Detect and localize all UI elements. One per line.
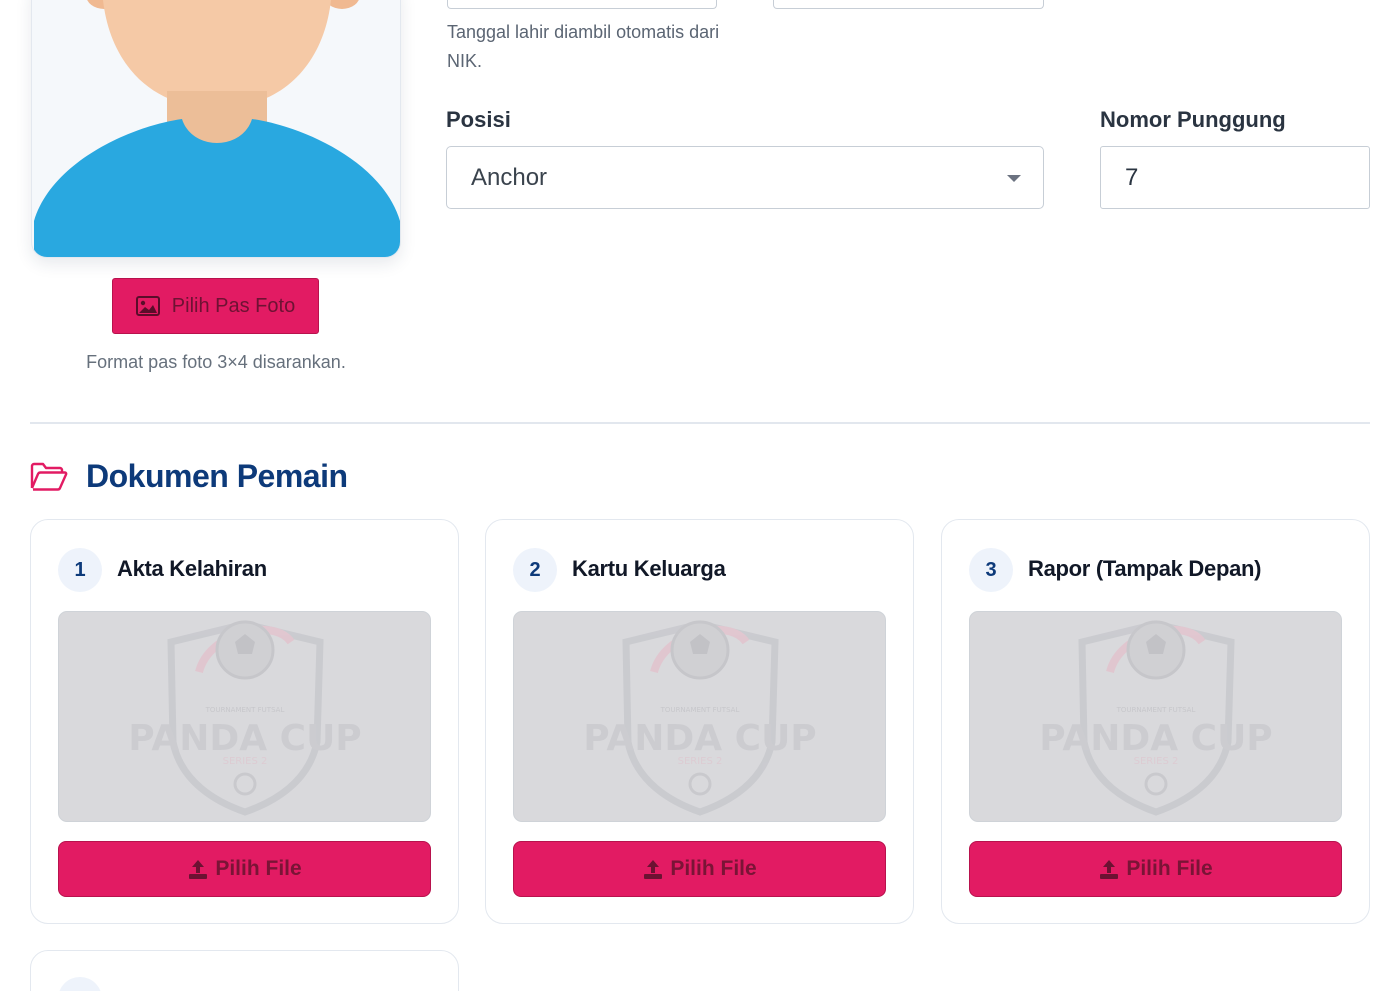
- avatar-placeholder-icon: [34, 0, 400, 257]
- watermark-main-text: PANDA CUP: [128, 718, 361, 759]
- document-title: Rapor (Tampak Depan): [1028, 556, 1262, 581]
- section-divider: [30, 422, 1370, 424]
- choose-photo-label: Pilih Pas Foto: [171, 294, 296, 317]
- jersey-number-label: Nomor Punggung: [1100, 107, 1286, 132]
- player-photo-preview: [31, 0, 401, 258]
- watermark-main-text: PANDA CUP: [583, 718, 816, 759]
- jersey-number-value: 7: [1125, 163, 1139, 191]
- document-card-family-card: 2 Kartu Keluarga TOURNAMENT FUTSAL PANDA…: [485, 519, 914, 924]
- document-number-badge: 4: [58, 977, 102, 991]
- watermark-top-text: TOURNAMENT FUTSAL: [205, 706, 285, 714]
- position-label: Posisi: [446, 107, 511, 132]
- document-preview[interactable]: TOURNAMENT FUTSAL PANDA CUP SERIES 2: [969, 611, 1342, 822]
- watermark-top-text: TOURNAMENT FUTSAL: [1116, 706, 1196, 714]
- birth-date-input[interactable]: [447, 0, 717, 9]
- choose-file-button[interactable]: Pilih File: [513, 841, 886, 897]
- position-selected-value: Anchor: [471, 163, 548, 191]
- watermark-sub-text: SERIES 2: [223, 756, 268, 767]
- choose-file-label: Pilih File: [215, 857, 302, 880]
- upload-icon: [644, 860, 663, 879]
- folder-open-icon: [30, 462, 68, 491]
- document-number-badge: 3: [969, 548, 1013, 592]
- document-card-4: 4: [30, 950, 459, 991]
- document-preview[interactable]: TOURNAMENT FUTSAL PANDA CUP SERIES 2: [58, 611, 431, 822]
- watermark-sub-text: SERIES 2: [1134, 756, 1179, 767]
- position-select[interactable]: Anchor: [446, 146, 1044, 209]
- chevron-down-icon: [1007, 175, 1021, 182]
- documents-section-title: Dokumen Pemain: [86, 458, 348, 494]
- document-preview[interactable]: TOURNAMENT FUTSAL PANDA CUP SERIES 2: [513, 611, 886, 822]
- age-input[interactable]: [773, 0, 1044, 9]
- document-title: Akta Kelahiran: [117, 556, 267, 581]
- choose-photo-button[interactable]: Pilih Pas Foto: [112, 278, 319, 334]
- choose-file-label: Pilih File: [670, 857, 757, 880]
- document-title: Kartu Keluarga: [572, 556, 726, 581]
- document-card-birth-certificate: 1 Akta Kelahiran TOURNAMENT FUTSAL PANDA…: [30, 519, 459, 924]
- birth-date-hint: Tanggal lahir diambil otomatis dari NIK.: [447, 22, 720, 71]
- choose-file-button[interactable]: Pilih File: [58, 841, 431, 897]
- panda-cup-logo-watermark: TOURNAMENT FUTSAL PANDA CUP SERIES 2: [583, 620, 817, 816]
- upload-icon: [189, 860, 208, 879]
- documents-section-header: Dokumen Pemain: [30, 458, 348, 495]
- panda-cup-logo-watermark: TOURNAMENT FUTSAL PANDA CUP SERIES 2: [128, 620, 362, 816]
- jersey-number-input[interactable]: 7: [1100, 146, 1370, 209]
- image-icon: [135, 296, 160, 316]
- watermark-top-text: TOURNAMENT FUTSAL: [660, 706, 740, 714]
- document-card-report-front: 3 Rapor (Tampak Depan) TOURNAMENT FUTSAL…: [941, 519, 1370, 924]
- choose-file-label: Pilih File: [1126, 857, 1213, 880]
- watermark-sub-text: SERIES 2: [678, 756, 723, 767]
- upload-icon: [1100, 860, 1119, 879]
- watermark-main-text: PANDA CUP: [1039, 718, 1272, 759]
- panda-cup-logo-watermark: TOURNAMENT FUTSAL PANDA CUP SERIES 2: [1039, 620, 1273, 816]
- photo-format-hint: Format pas foto 3×4 disarankan.: [86, 352, 346, 372]
- choose-file-button[interactable]: Pilih File: [969, 841, 1342, 897]
- document-number-badge: 2: [513, 548, 557, 592]
- document-number-badge: 1: [58, 548, 102, 592]
